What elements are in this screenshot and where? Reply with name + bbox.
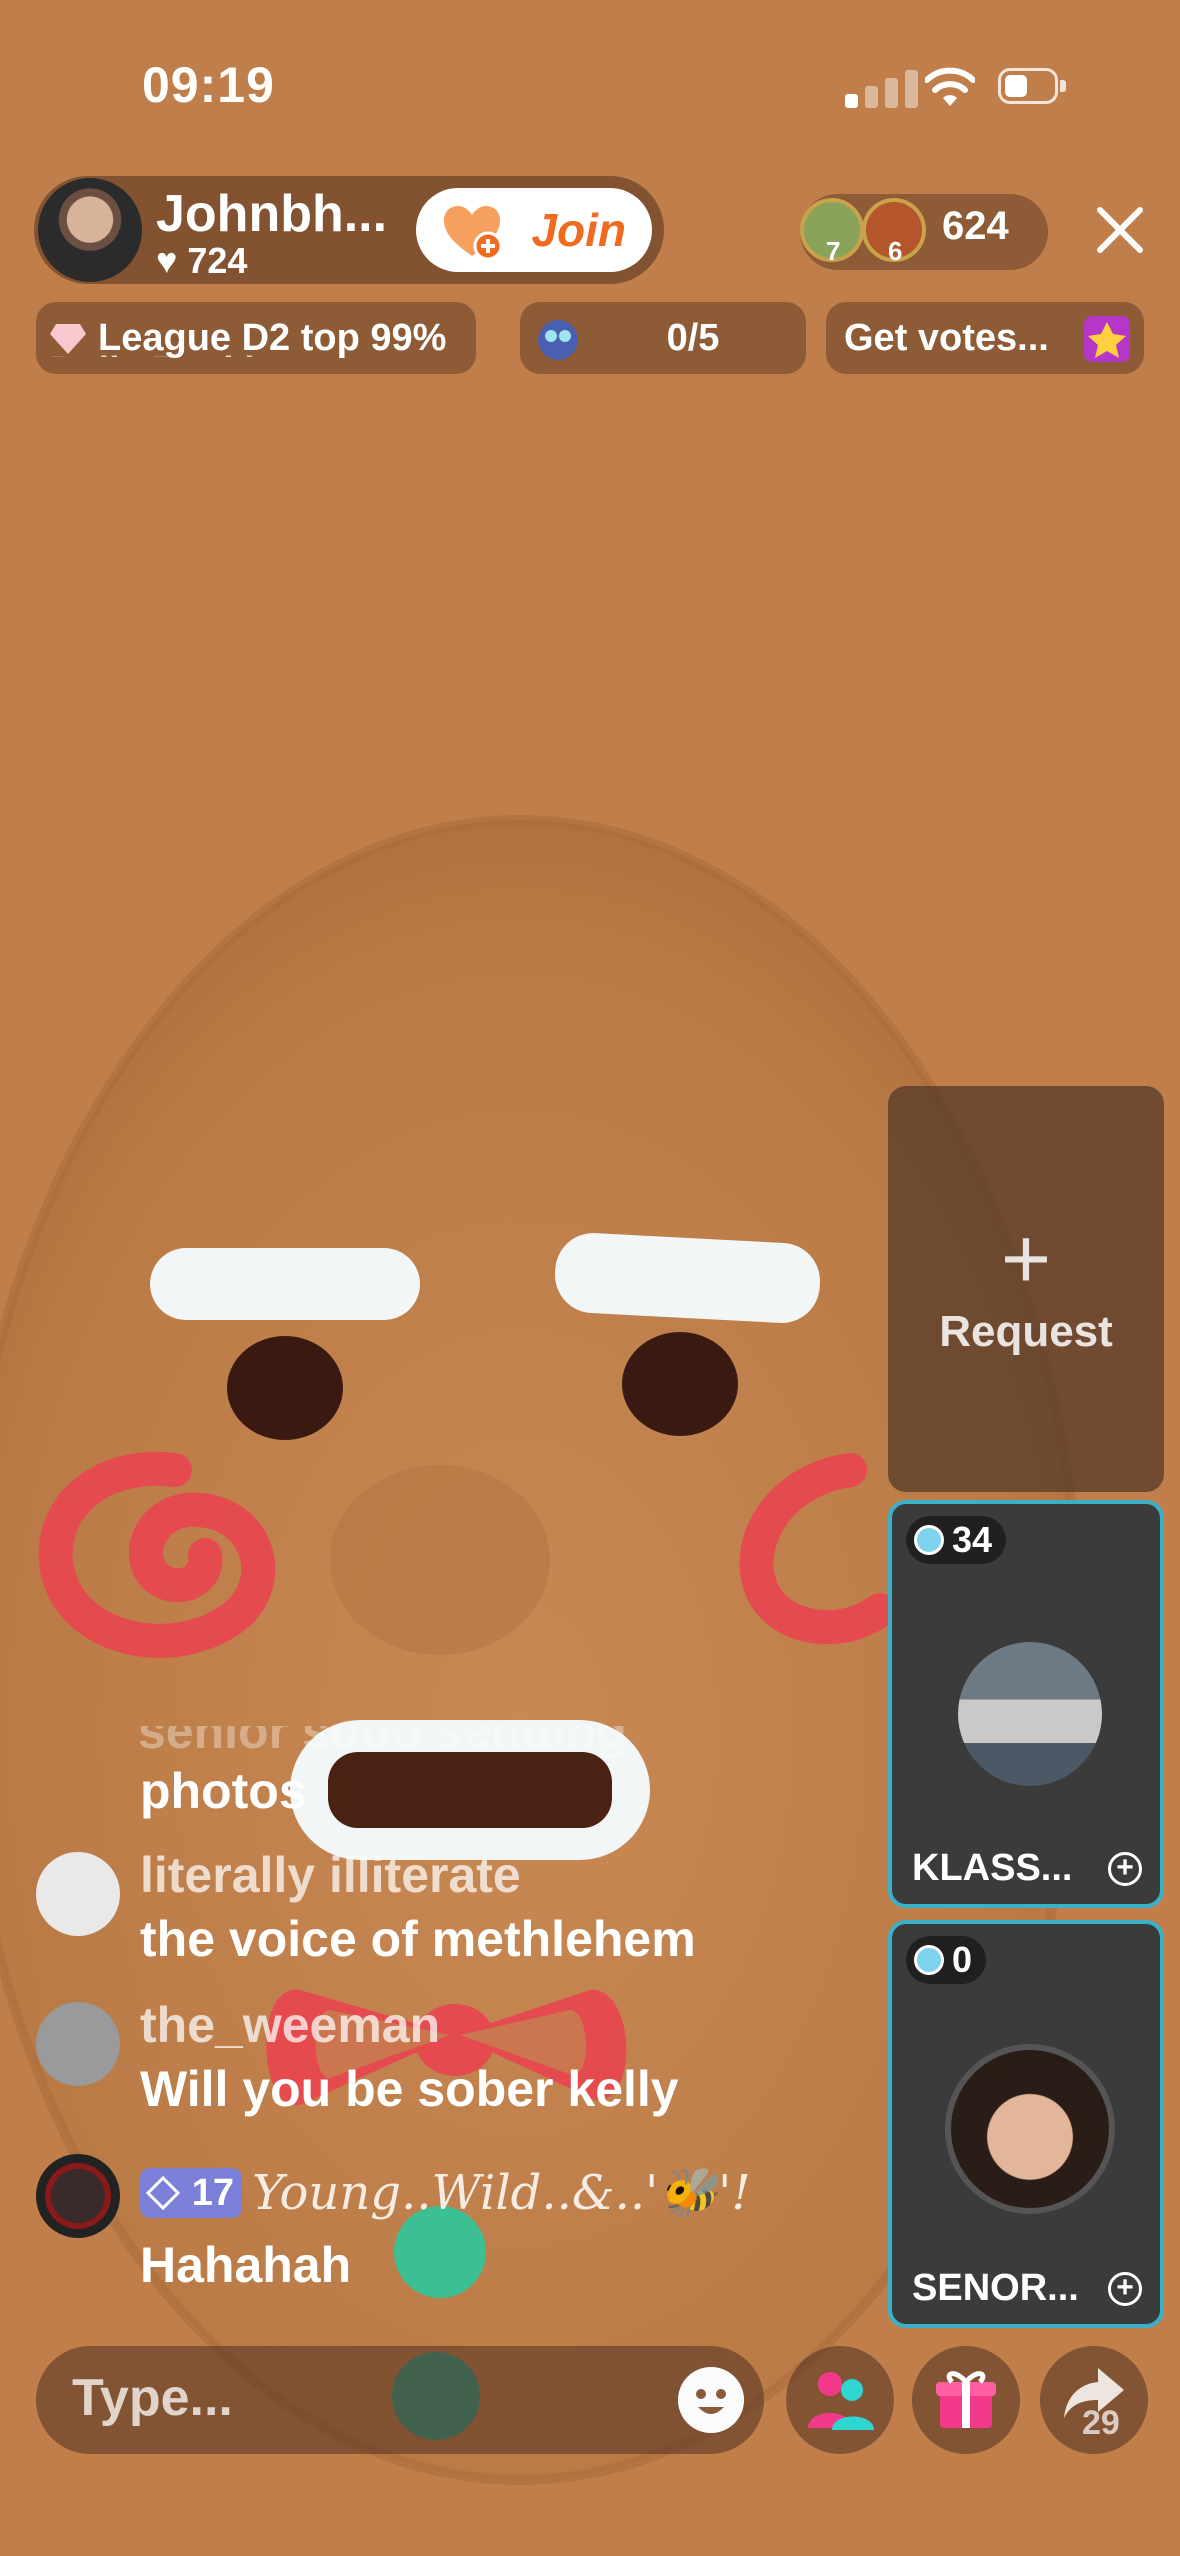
- guest-name: KLASS...: [912, 1847, 1073, 1889]
- wifi-icon: [925, 67, 975, 106]
- get-votes-label: Get votes...: [844, 316, 1049, 359]
- host-likes: ♥ 724: [156, 240, 247, 282]
- cellular-signal-icon: [845, 68, 925, 108]
- host-avatar[interactable]: [38, 178, 142, 282]
- heart-icon: ♥: [156, 240, 178, 281]
- gem-icon: [914, 1945, 944, 1975]
- chat-message: photos: [140, 1763, 307, 1819]
- emoji-icon[interactable]: [678, 2367, 744, 2433]
- chat-message: the voice of methlehem: [140, 1911, 696, 1967]
- guest-tile[interactable]: 34 KLASS... +: [888, 1500, 1164, 1908]
- vote-gift-icon: [1084, 316, 1130, 362]
- chat-message: Hahahah: [140, 2237, 352, 2293]
- request-label: Request: [939, 1307, 1113, 1356]
- league-pill[interactable]: League D2 top 99%: [36, 302, 476, 374]
- viewer-count[interactable]: 624: [942, 204, 1009, 249]
- chat-avatar[interactable]: [36, 2002, 120, 2086]
- gift-button[interactable]: [912, 2346, 1020, 2454]
- heart-plus-icon: [444, 206, 503, 261]
- plus-icon: +: [1000, 1211, 1052, 1307]
- status-time: 09:19: [142, 57, 275, 113]
- multi-guest-button[interactable]: [786, 2346, 894, 2454]
- chat-avatar[interactable]: [36, 2154, 120, 2238]
- close-icon[interactable]: [1090, 200, 1150, 260]
- viewer-rank-badge: 7: [826, 236, 841, 266]
- diamond-level-icon: [146, 2176, 180, 2210]
- join-label: Join: [531, 204, 626, 256]
- host-likes-count: 724: [187, 240, 248, 281]
- guest-tile[interactable]: 0 SENOR... +: [888, 1920, 1164, 2328]
- gift-icon: [936, 2371, 996, 2428]
- guest-score: 34: [952, 1519, 993, 1560]
- chat-username[interactable]: the_weeman: [140, 1996, 440, 2054]
- chat-username[interactable]: literally illiterate: [140, 1846, 521, 1904]
- quest-progress: 0/5: [666, 316, 720, 359]
- host-name[interactable]: Johnbh...: [156, 184, 387, 244]
- gem-icon: [914, 1525, 944, 1555]
- quest-mascot-icon: [538, 320, 578, 360]
- comment-placeholder: Type...: [72, 2369, 233, 2427]
- follow-guest-button[interactable]: +: [1108, 2272, 1142, 2306]
- battery-icon: [998, 68, 1070, 108]
- follow-guest-button[interactable]: +: [1108, 1852, 1142, 1886]
- level-number: 17: [191, 2171, 234, 2214]
- guest-score-badge: 34: [906, 1516, 1007, 1564]
- guest-avatar: [945, 2044, 1115, 2214]
- viewer-rank-badge: 6: [888, 236, 903, 266]
- guest-avatar: [958, 1642, 1102, 1786]
- guest-name: SENOR...: [912, 2267, 1079, 2309]
- chat-message: Will you be sober kelly: [140, 2061, 679, 2117]
- share-count: 29: [1082, 2404, 1120, 2442]
- guest-score: 0: [952, 1939, 973, 1980]
- guest-score-badge: 0: [906, 1936, 987, 1984]
- chat-username[interactable]: Young..Wild..&..'🐝'!: [252, 2164, 751, 2221]
- chat-avatar[interactable]: [36, 1852, 120, 1936]
- request-guest-button[interactable]: + Request: [888, 1086, 1164, 1492]
- people-icon: [808, 2372, 874, 2430]
